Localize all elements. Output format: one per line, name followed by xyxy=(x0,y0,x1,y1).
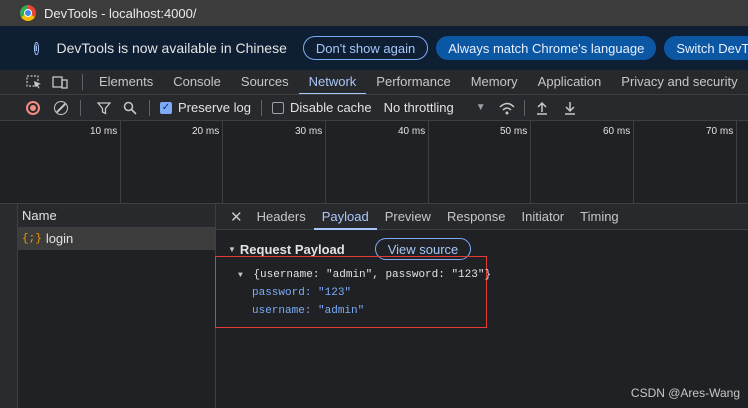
throttling-select[interactable]: No throttling xyxy=(384,100,454,115)
timeline-tick-label: 10 ms xyxy=(90,126,118,137)
tab-performance[interactable]: Performance xyxy=(366,70,460,94)
language-infobar: i DevTools is now available in Chinese D… xyxy=(0,26,748,70)
request-name: login xyxy=(45,231,74,246)
dont-show-again-button[interactable]: Don't show again xyxy=(302,36,429,60)
timeline-overview[interactable]: 10 ms 20 ms 30 ms 40 ms 50 ms 60 ms 70 m… xyxy=(0,121,748,204)
payload-field-row[interactable]: password: "123" xyxy=(238,284,491,302)
filter-icon[interactable] xyxy=(97,101,111,115)
disable-cache-label: Disable cache xyxy=(289,100,372,115)
payload-object-row[interactable]: ▼ {username: "admin", password: "123"} xyxy=(238,266,491,284)
toolbar-separator xyxy=(523,99,525,116)
inspect-element-icon[interactable] xyxy=(26,75,42,89)
tab-timing[interactable]: Timing xyxy=(572,204,627,230)
chrome-logo-icon xyxy=(20,5,36,21)
timeline-tick-label: 70 ms xyxy=(706,126,734,137)
payload-field-row[interactable]: username: "admin" xyxy=(238,302,491,320)
request-row[interactable]: {;} login xyxy=(18,228,215,250)
timeline-tick-label: 20 ms xyxy=(192,126,220,137)
import-har-icon[interactable] xyxy=(535,101,549,115)
timeline-tick-label: 60 ms xyxy=(603,126,631,137)
network-conditions-icon[interactable] xyxy=(498,101,516,115)
field-colon: : xyxy=(304,305,319,317)
field-key: username xyxy=(252,305,305,317)
tab-preview[interactable]: Preview xyxy=(377,204,439,230)
payload-tree: ▼ {username: "admin", password: "123"} p… xyxy=(238,266,491,320)
devtools-panel-tabs: Elements Console Sources Network Perform… xyxy=(0,70,748,95)
toolbar-separator xyxy=(149,99,150,116)
timeline-gridline xyxy=(120,121,121,204)
timeline-tick-label: 30 ms xyxy=(295,126,323,137)
watermark: CSDN @Ares-Wang xyxy=(630,386,740,400)
triangle-down-icon[interactable]: ▼ xyxy=(238,271,243,280)
timeline-tick-label: 50 ms xyxy=(500,126,528,137)
tab-memory[interactable]: Memory xyxy=(461,70,528,94)
window-titlebar: DevTools - localhost:4000/ xyxy=(0,0,748,26)
timeline-gridline xyxy=(428,121,429,204)
timeline-gridline xyxy=(736,121,737,204)
preserve-log-checkbox[interactable]: ✓ xyxy=(160,101,172,114)
tab-console[interactable]: Console xyxy=(163,70,231,94)
toolbar-separator xyxy=(82,74,83,90)
timeline-gridline xyxy=(325,121,326,204)
tab-response[interactable]: Response xyxy=(439,204,514,230)
field-value: "123" xyxy=(318,287,352,299)
request-list: Name {;} login xyxy=(18,204,216,408)
infobar-message: DevTools is now available in Chinese xyxy=(56,40,287,56)
payload-summary: {username: "admin", password: "123"} xyxy=(253,269,492,281)
disable-cache-checkbox[interactable] xyxy=(271,101,284,114)
switch-language-button[interactable]: Switch DevTo xyxy=(664,36,748,60)
tab-initiator[interactable]: Initiator xyxy=(514,204,573,230)
toolbar-separator xyxy=(80,99,81,116)
window-title: DevTools - localhost:4000/ xyxy=(44,5,197,21)
info-icon: i xyxy=(34,41,39,55)
tab-application[interactable]: Application xyxy=(528,70,612,94)
export-har-icon[interactable] xyxy=(563,101,577,115)
section-title[interactable]: Request Payload xyxy=(240,242,345,257)
network-toolbar: ✓ Preserve log Disable cache No throttli… xyxy=(0,95,748,121)
tab-privacy-security[interactable]: Privacy and security xyxy=(611,70,747,94)
record-button[interactable] xyxy=(26,100,40,115)
tab-payload[interactable]: Payload xyxy=(313,204,377,230)
close-icon[interactable]: ✕ xyxy=(230,208,243,226)
xhr-braces-icon: {;} xyxy=(22,233,42,245)
tab-elements[interactable]: Elements xyxy=(89,70,163,94)
toolbar-separator xyxy=(260,99,262,116)
triangle-down-icon[interactable]: ▼ xyxy=(228,245,236,254)
detail-tabs: ✕ Headers Payload Preview Response Initi… xyxy=(216,204,748,230)
device-toolbar-icon[interactable] xyxy=(52,75,68,89)
preserve-log-label: Preserve log xyxy=(178,100,251,115)
name-column-header[interactable]: Name xyxy=(18,204,215,228)
chevron-down-icon[interactable]: ▼ xyxy=(476,102,486,113)
field-key: password xyxy=(252,287,305,299)
tab-headers[interactable]: Headers xyxy=(249,204,314,230)
clear-button[interactable] xyxy=(54,100,68,115)
timeline-gridline xyxy=(530,121,531,204)
timeline-gridline xyxy=(633,121,634,204)
match-language-button[interactable]: Always match Chrome's language xyxy=(436,36,657,60)
tab-network[interactable]: Network xyxy=(298,70,367,94)
field-value: "admin" xyxy=(318,305,365,317)
timeline-gridline xyxy=(222,121,223,204)
timeline-tick-label: 40 ms xyxy=(398,126,426,137)
tab-sources[interactable]: Sources xyxy=(231,70,299,94)
field-colon: : xyxy=(304,287,319,299)
search-icon[interactable] xyxy=(123,101,137,115)
